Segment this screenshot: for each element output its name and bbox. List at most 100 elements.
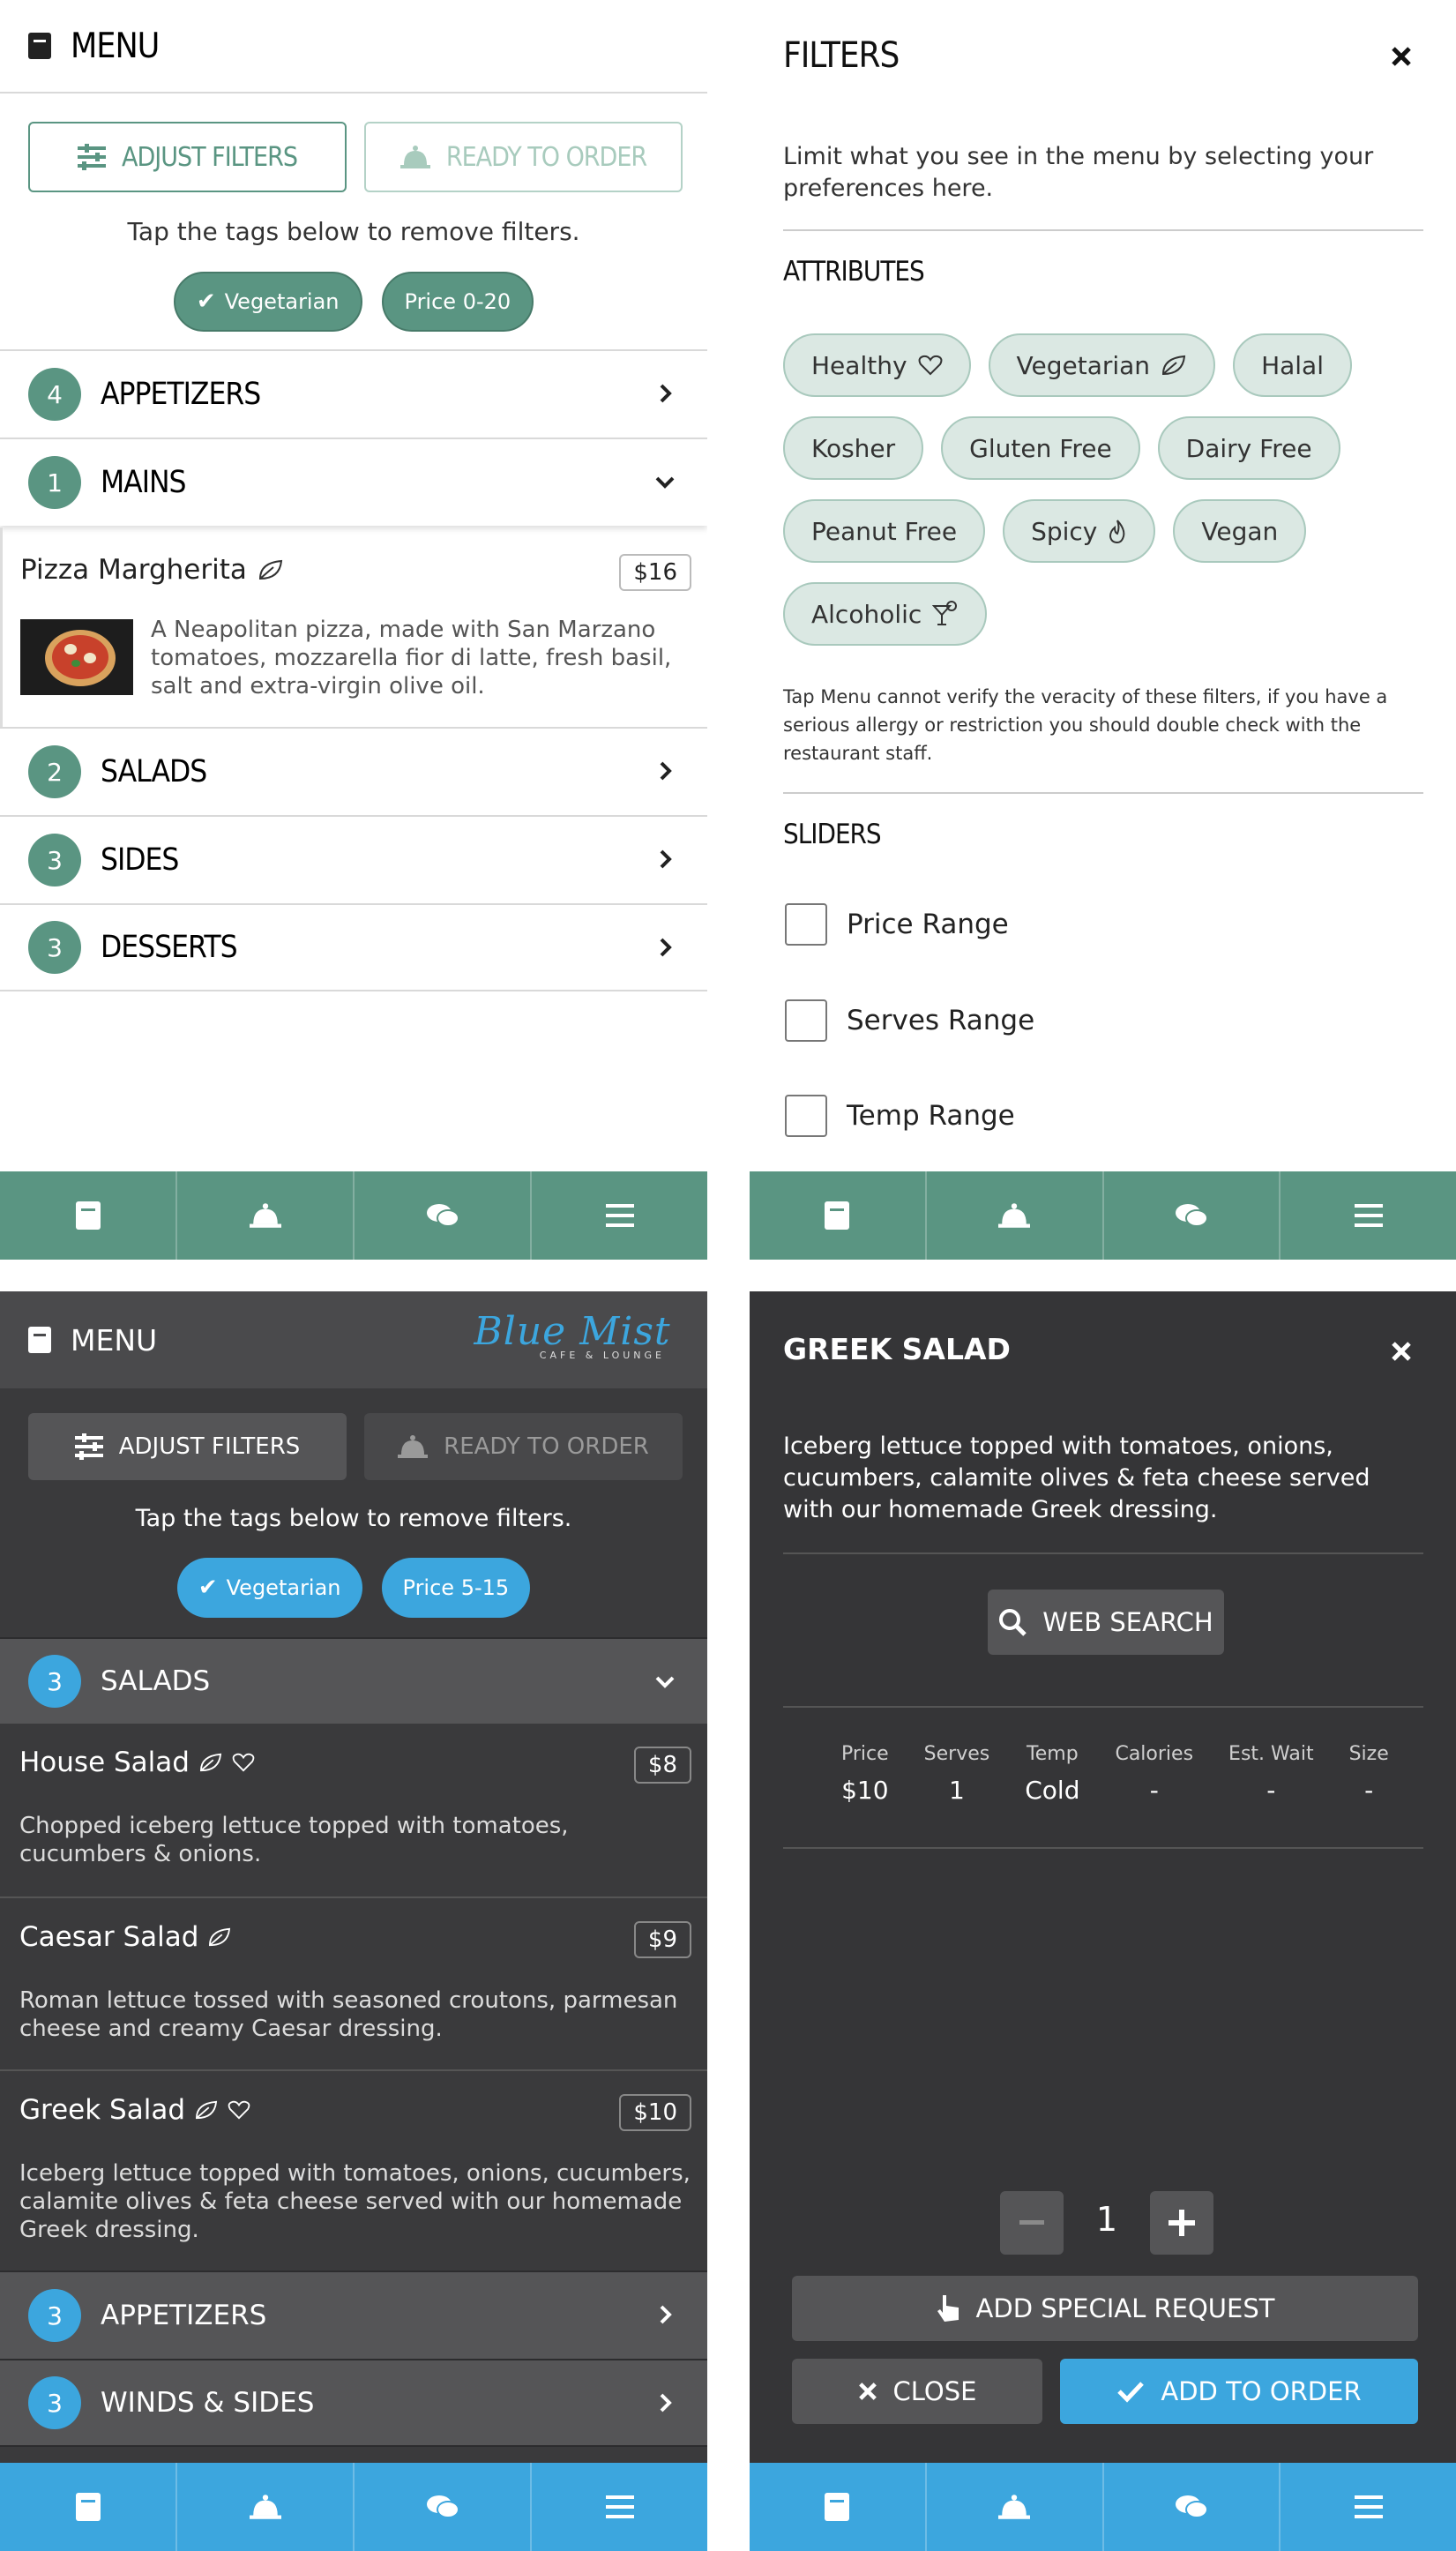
nav-order[interactable] (927, 2463, 1104, 2551)
chat-icon (426, 1204, 459, 1227)
category-sides[interactable]: 3 SIDES (0, 815, 707, 903)
filter-chip-price[interactable]: Price 0-20 (381, 272, 534, 332)
item-title: GREEK SALAD (783, 1332, 1011, 1366)
attr-gluten-free[interactable]: Gluten Free (941, 416, 1140, 480)
checkbox[interactable] (785, 999, 827, 1042)
filter-chip-vegetarian[interactable]: ✔ Vegetarian (173, 272, 362, 332)
special-request-label: ADD SPECIAL REQUEST (975, 2293, 1275, 2323)
category-label: SALADS (101, 1665, 211, 1697)
close-icon[interactable] (1391, 46, 1412, 67)
nav-more[interactable] (532, 2463, 707, 2551)
attr-alcoholic[interactable]: Alcoholic (783, 582, 988, 646)
decrease-quantity-button[interactable] (1000, 2191, 1064, 2255)
menu-item-greek-salad[interactable]: Greek Salad $10 Iceberg lettuce topped w… (0, 2069, 707, 2270)
checkbox[interactable] (785, 1095, 827, 1137)
blue-mist-logo: Blue Mist CAFE & LOUNGE (474, 1309, 671, 1361)
nav-menu[interactable] (0, 1171, 177, 1260)
category-label: WINDS & SIDES (101, 2387, 315, 2419)
nav-more[interactable] (1281, 1171, 1456, 1260)
category-mains[interactable]: 1 MAINS (0, 438, 707, 526)
ready-to-order-button[interactable]: READY TO ORDER (364, 122, 683, 192)
item-price: $16 (619, 554, 691, 591)
chevron-right-icon (660, 384, 672, 403)
attr-vegan[interactable]: Vegan (1173, 499, 1307, 563)
item-price: $8 (633, 1747, 691, 1784)
filter-chip-price[interactable]: Price 5-15 (381, 1558, 531, 1618)
nav-more[interactable] (1281, 2463, 1456, 2551)
fact-temp: Temp Cold (1025, 1743, 1080, 1805)
adjust-filters-button[interactable]: ADJUST FILTERS (28, 122, 347, 192)
serves-range-checkbox[interactable]: Serves Range (785, 999, 1034, 1042)
menu-item-house-salad[interactable]: House Salad $8 Chopped iceberg lettuce t… (0, 1724, 707, 1896)
sliders-icon (74, 1433, 103, 1460)
add-to-order-button[interactable]: ADD TO ORDER (1060, 2359, 1418, 2424)
nav-chat[interactable] (1104, 2463, 1281, 2551)
minus-icon (1019, 2220, 1044, 2225)
bell-icon (249, 2495, 281, 2519)
leaf-icon (1162, 355, 1186, 376)
checkbox[interactable] (785, 903, 827, 946)
category-appetizers[interactable]: 3 APPETIZERS (0, 2270, 707, 2359)
category-desserts[interactable]: 3 DESSERTS (0, 903, 707, 991)
attr-kosher[interactable]: Kosher (783, 416, 924, 480)
bell-icon (998, 1203, 1031, 1228)
close-icon[interactable] (1391, 1341, 1412, 1362)
item-description: Iceberg lettuce topped with tomatoes, on… (19, 2160, 691, 2243)
nav-order[interactable] (927, 1171, 1104, 1260)
book-icon (75, 1201, 101, 1230)
category-count: 2 (28, 745, 81, 798)
attr-vegetarian[interactable]: Vegetarian (988, 333, 1216, 397)
chevron-down-icon (655, 476, 675, 489)
nav-menu[interactable] (0, 2463, 177, 2551)
category-label: SIDES (101, 842, 179, 878)
nav-chat[interactable] (355, 2463, 532, 2551)
category-salads[interactable]: 2 SALADS (0, 727, 707, 815)
sliders-heading: SLIDERS (783, 819, 882, 850)
nav-chat[interactable] (355, 1171, 532, 1260)
checkbox-label: Temp Range (847, 1100, 1015, 1132)
nav-menu[interactable] (750, 2463, 927, 2551)
chevron-right-icon (660, 938, 672, 957)
ready-to-order-button[interactable]: READY TO ORDER (364, 1413, 683, 1480)
chevron-right-icon (660, 761, 672, 781)
category-salads[interactable]: 3 SALADS (0, 1637, 707, 1724)
menu-item-pizza[interactable]: Pizza Margherita $16 A Neapolitan pizza,… (0, 527, 707, 727)
attributes-heading: ATTRIBUTES (783, 256, 925, 288)
item-facts: Price $10 Serves 1 Temp Cold Calories - Est.… (824, 1743, 1407, 1805)
bell-icon (249, 1203, 281, 1228)
chat-icon (1175, 1204, 1208, 1227)
attr-halal[interactable]: Halal (1233, 333, 1352, 397)
add-special-request-button[interactable]: ADD SPECIAL REQUEST (792, 2276, 1418, 2341)
attr-peanut-free[interactable]: Peanut Free (783, 499, 986, 563)
menu-item-caesar-salad[interactable]: Caesar Salad $9 Roman lettuce tossed wit… (0, 1896, 707, 2069)
category-appetizers[interactable]: 4 APPETIZERS (0, 349, 707, 438)
heart-icon (918, 355, 942, 376)
nav-order[interactable] (177, 2463, 355, 2551)
attr-spicy[interactable]: Spicy (1003, 499, 1156, 563)
increase-quantity-button[interactable] (1150, 2191, 1213, 2255)
close-icon (858, 2383, 877, 2400)
temp-range-checkbox[interactable]: Temp Range (785, 1095, 1015, 1137)
category-label: SALADS (101, 754, 207, 789)
leaf-icon (195, 2100, 218, 2120)
attr-healthy[interactable]: Healthy (783, 333, 971, 397)
nav-more[interactable] (532, 1171, 707, 1260)
menu-panel-dark: MENU Blue Mist CAFE & LOUNGE ADJUST FILT… (0, 1291, 707, 2551)
page-title: MENU (71, 1322, 158, 1358)
nav-order[interactable] (177, 1171, 355, 1260)
nav-chat[interactable] (1104, 1171, 1281, 1260)
category-label: DESSERTS (101, 930, 238, 965)
category-winds-sides[interactable]: 3 WINDS & SIDES (0, 2359, 707, 2447)
hamburger-icon (1354, 1204, 1383, 1227)
adjust-filters-button[interactable]: ADJUST FILTERS (28, 1413, 347, 1480)
close-button[interactable]: CLOSE (792, 2359, 1042, 2424)
nav-menu[interactable] (750, 1171, 927, 1260)
filter-chip-vegetarian[interactable]: ✔ Vegetarian (176, 1558, 362, 1618)
filters-disclaimer: Tap Menu cannot verify the veracity of t… (783, 686, 1388, 764)
price-range-checkbox[interactable]: Price Range (785, 903, 1009, 946)
adjust-filters-label: ADJUST FILTERS (118, 1433, 301, 1460)
bell-icon (399, 146, 430, 168)
web-search-button[interactable]: WEB SEARCH (988, 1590, 1224, 1655)
chip-label: Vegetarian (224, 289, 340, 314)
attr-dairy-free[interactable]: Dairy Free (1157, 416, 1340, 480)
